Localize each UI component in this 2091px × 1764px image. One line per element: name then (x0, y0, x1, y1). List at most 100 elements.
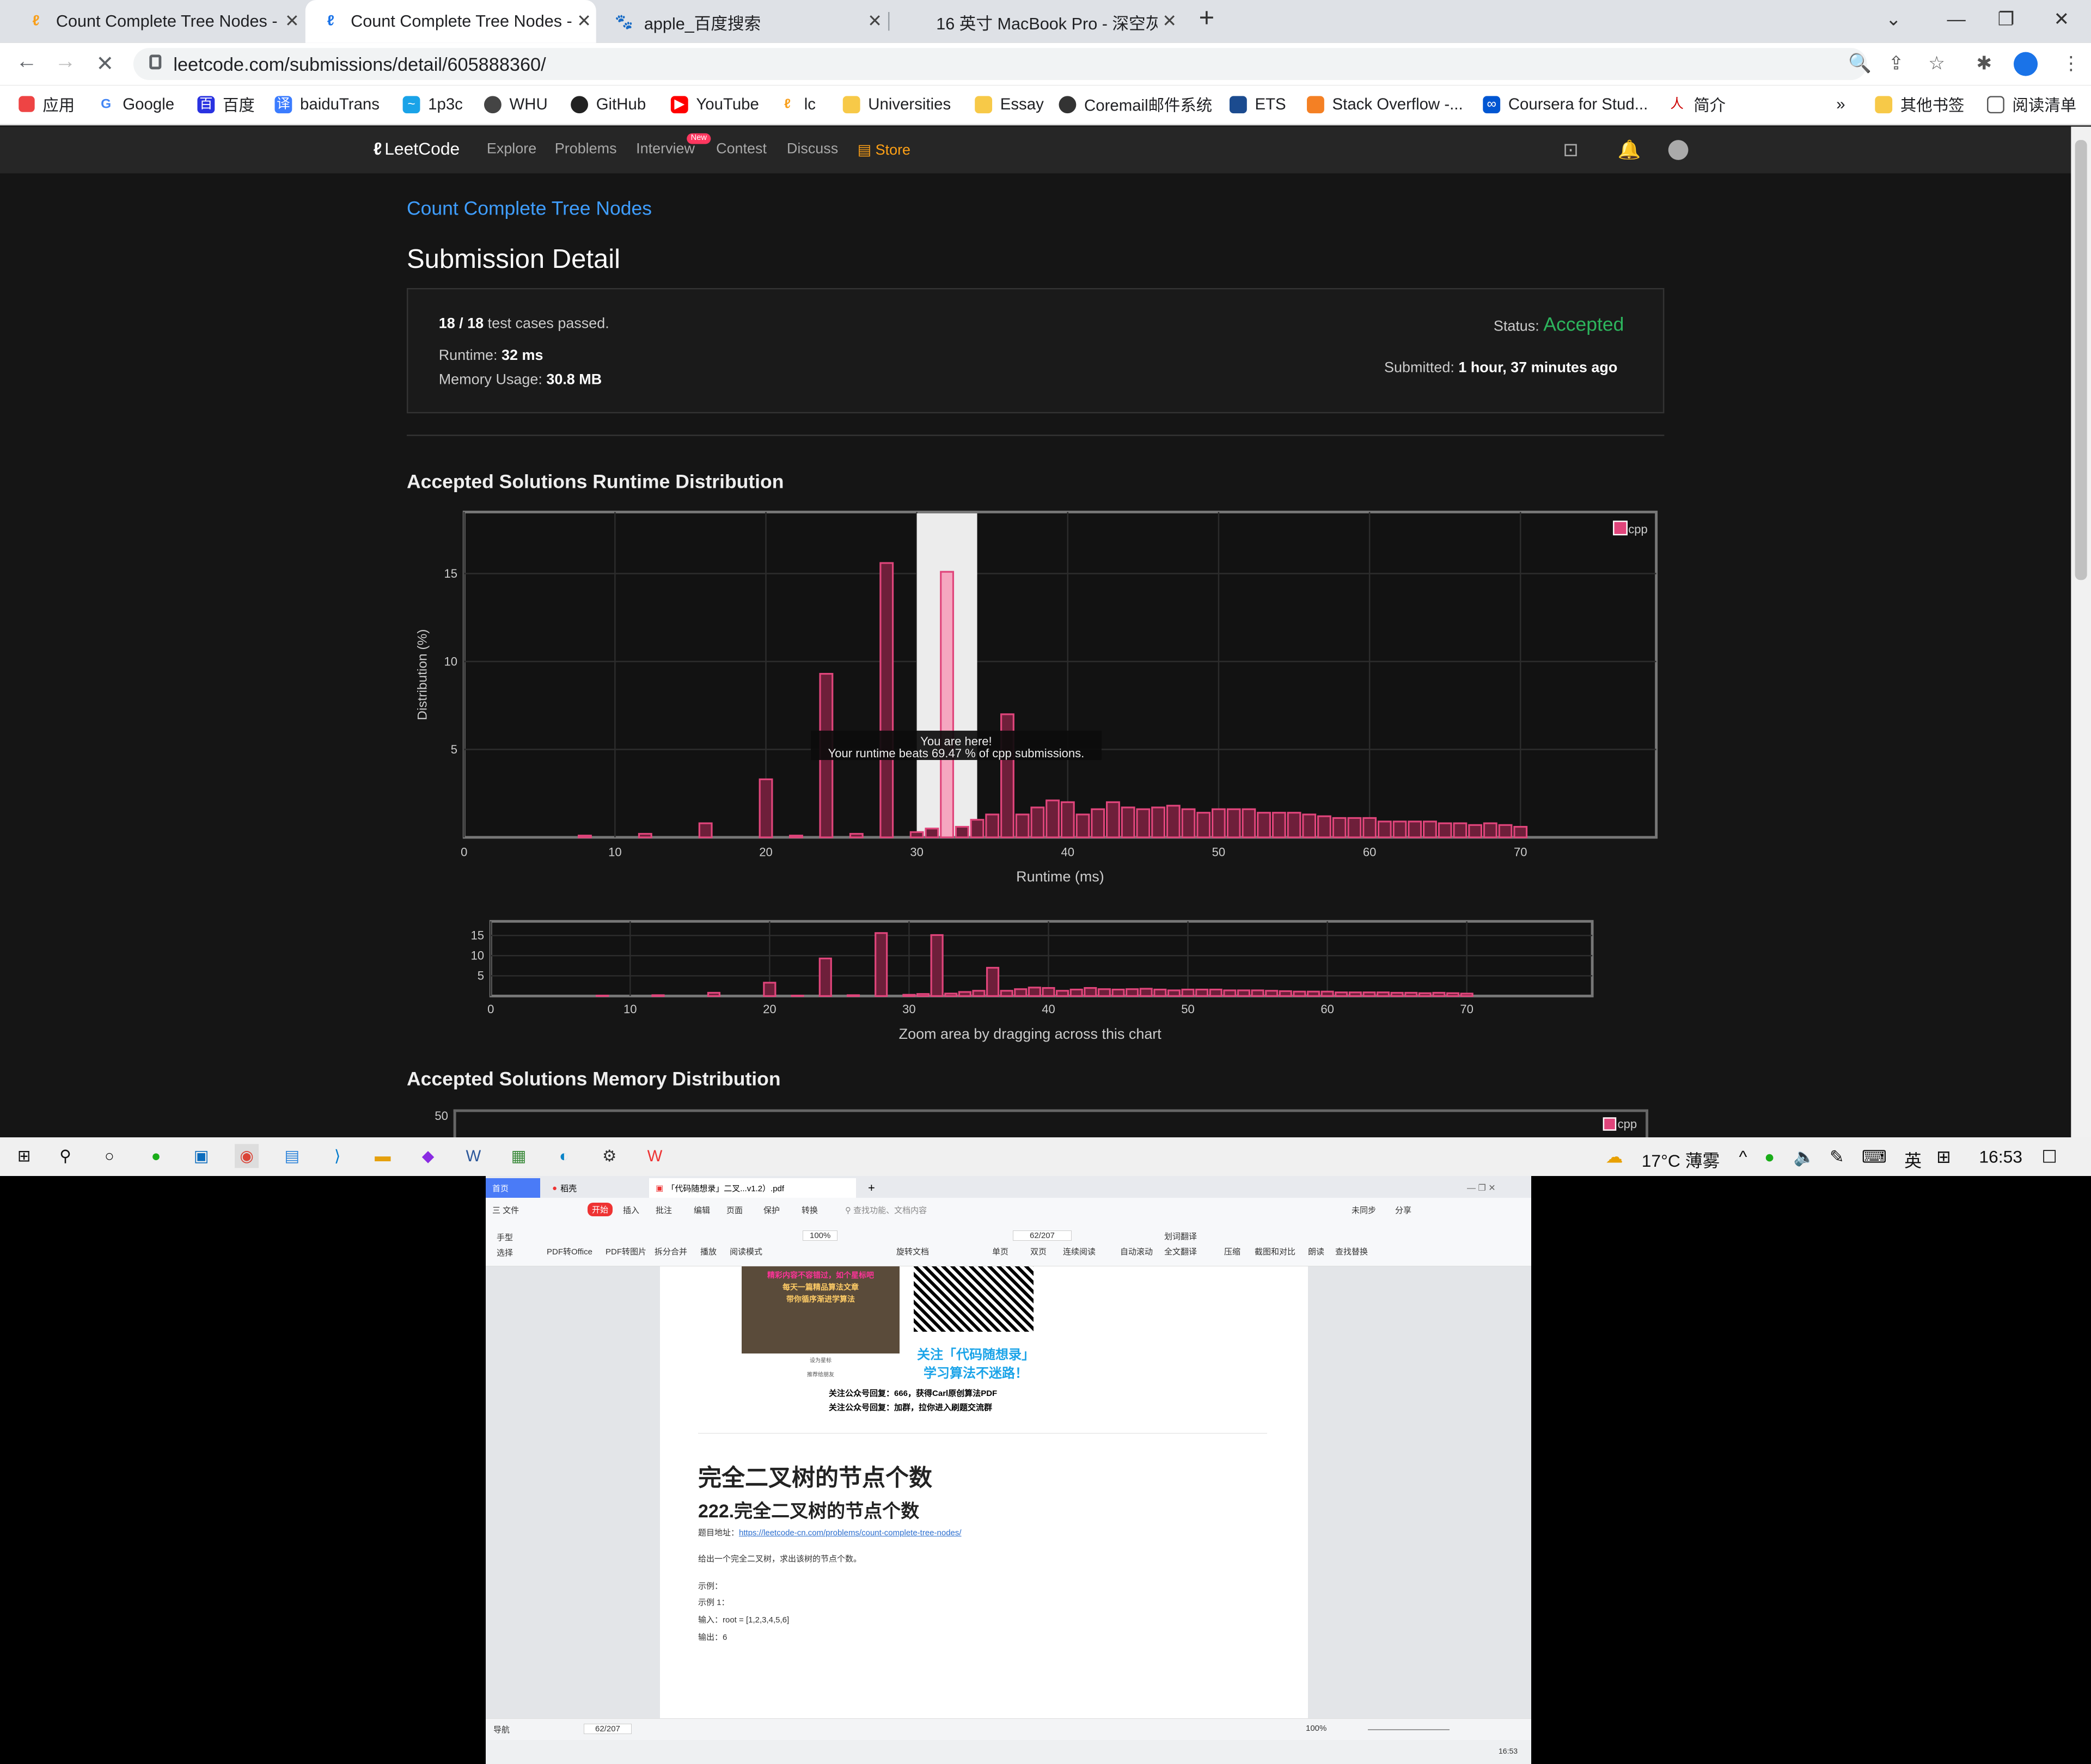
bookmark-stackoverflow[interactable]: Stack Overflow -... (1307, 93, 1463, 114)
forward-arrow-icon[interactable]: → (54, 51, 76, 75)
runtime-zoom-chart[interactable]: 0 10 20 30 40 50 60 70 5 10 15 (454, 917, 1627, 1024)
ime-mode-icon[interactable]: ⊞ (1936, 1147, 1951, 1168)
nav-store[interactable]: ▤ Store (858, 142, 910, 158)
notepad-icon[interactable]: ▦ (507, 1144, 531, 1168)
nav-explore[interactable]: Explore (487, 142, 536, 157)
tool-pdf-to-image[interactable]: PDF转图片 (606, 1246, 646, 1257)
visual-studio-icon[interactable]: ◆ (416, 1144, 440, 1168)
keyboard-icon[interactable]: ⌨ (1862, 1147, 1887, 1168)
bookmark-star-icon[interactable]: ☆ (1928, 52, 1945, 75)
new-tab-button[interactable]: + (1199, 4, 1215, 34)
bookmark-folder-universities[interactable]: Universities (842, 93, 951, 114)
file-explorer-icon[interactable]: ▬ (371, 1144, 395, 1168)
address-bar[interactable]: leetcode.com/submissions/detail/60588836… (133, 48, 1867, 80)
nav-discuss[interactable]: Discuss (787, 142, 838, 157)
browser-tab[interactable]: 16 英寸 MacBook Pro - 深空灰 ✕ (891, 0, 1182, 42)
reading-list[interactable]: 阅读清单 (1987, 93, 2076, 114)
leetcode-logo[interactable]: ℓ LeetCode (374, 139, 460, 159)
browser-tab[interactable]: 🐾 apple_百度搜索 ✕ (599, 0, 887, 42)
menu-page[interactable]: 页面 (726, 1204, 743, 1216)
nav-problems[interactable]: Problems (555, 142, 617, 157)
notification-bell-icon[interactable]: 🔔 (1618, 139, 1641, 162)
bookmarks-overflow-button[interactable]: » (1836, 93, 1845, 114)
profile-avatar[interactable] (2013, 52, 2038, 76)
playground-icon[interactable]: ⊡ (1563, 139, 1579, 162)
bookmark-baidutrans[interactable]: 译 baiduTrans (274, 93, 380, 114)
wps-tab-docer[interactable]: ● 稻壳 (546, 1178, 622, 1198)
menu-insert[interactable]: 插入 (623, 1204, 639, 1216)
restore-button[interactable]: ❐ (1998, 8, 2015, 31)
wps-tab-pdf[interactable]: ▣ 「代码随想录」二叉...v1.2）.pdf (649, 1178, 856, 1198)
bookmark-coursera[interactable]: ∞ Coursera for Stud... (1483, 93, 1648, 114)
clock[interactable]: 16:53 (1979, 1147, 2022, 1167)
tool-rotate[interactable]: 旋转文档 (896, 1246, 929, 1257)
function-search[interactable]: ⚲ 查找功能、文档内容 (845, 1204, 927, 1216)
pen-icon[interactable]: ✎ (1830, 1147, 1844, 1168)
back-arrow-icon[interactable]: ← (16, 51, 37, 75)
bookmark-baidu[interactable]: 百百度 (197, 93, 255, 114)
nav-toggle[interactable]: 导航 (493, 1724, 510, 1735)
tool-find-replace[interactable]: 查找替换 (1335, 1246, 1368, 1257)
cortana-icon[interactable]: ○ (97, 1144, 121, 1168)
search-icon[interactable]: ⚲ (53, 1144, 77, 1168)
menu-kebab-icon[interactable]: ⋮ (2062, 52, 2080, 75)
close-tab-icon[interactable]: ✕ (280, 11, 304, 32)
tab-search-chevron-icon[interactable]: ⌄ (1886, 8, 1902, 31)
tool-pdf-to-office[interactable]: PDF转Office (547, 1246, 592, 1257)
wps-tab-home[interactable]: 首页 (486, 1178, 540, 1198)
volume-muted-icon[interactable]: 🔈 (1794, 1147, 1815, 1168)
nav-contest[interactable]: Contest (716, 142, 767, 157)
tool-compress[interactable]: 压缩 (1224, 1246, 1240, 1257)
bookmark-youtube[interactable]: ▶ YouTube (670, 93, 759, 114)
zoom-icon[interactable]: 🔍 (1848, 52, 1872, 75)
tool-reading-mode[interactable]: 阅读模式 (730, 1246, 762, 1257)
minimize-button[interactable]: — (1947, 8, 1966, 29)
zoom-select[interactable]: 100% (803, 1230, 838, 1241)
wechat-icon[interactable]: ● (144, 1144, 168, 1168)
status-zoom[interactable]: 100% (1306, 1724, 1326, 1733)
tool-select[interactable]: 选择 (497, 1247, 513, 1258)
bookmark-google[interactable]: G Google (97, 93, 174, 114)
other-bookmarks[interactable]: 其他书签 (1875, 93, 1964, 114)
bookmark-whu[interactable]: WHU (484, 93, 548, 114)
new-tab-button[interactable]: + (861, 1178, 882, 1198)
close-tab-icon[interactable]: ✕ (1158, 11, 1182, 32)
wechat-tray-icon[interactable]: ● (1764, 1147, 1775, 1167)
bookmark-coremail[interactable]: Coremail邮件系统 (1059, 93, 1212, 114)
settings-gear-icon[interactable]: ⚙ (597, 1144, 621, 1168)
photos-icon[interactable]: ▤ (280, 1144, 304, 1168)
ime-indicator[interactable]: 英 (1904, 1147, 1922, 1172)
close-tab-icon[interactable]: ✕ (572, 11, 596, 32)
weather-text[interactable]: 17°C 薄雾 (1642, 1147, 1720, 1172)
word-icon[interactable]: W (461, 1144, 485, 1168)
menu-protect[interactable]: 保护 (763, 1204, 780, 1216)
wps-icon[interactable]: W (643, 1144, 667, 1168)
bookmark-1p3c[interactable]: ~1p3c (402, 93, 463, 114)
bookmark-ets[interactable]: ETS (1229, 93, 1286, 114)
tray-chevron-icon[interactable]: ^ (1739, 1147, 1747, 1167)
tool-split-merge[interactable]: 拆分合并 (655, 1246, 687, 1257)
chrome-icon[interactable]: ◉ (235, 1144, 259, 1168)
edge-icon[interactable]: ◐ (552, 1144, 576, 1168)
vscode-icon[interactable]: ⟩ (326, 1144, 350, 1168)
bookmark-github[interactable]: GitHub (571, 93, 646, 114)
scrollbar-thumb[interactable] (2075, 140, 2087, 580)
menu-convert[interactable]: 转换 (802, 1204, 818, 1216)
page-input[interactable]: 62/207 (1013, 1230, 1072, 1241)
window-controls[interactable]: — ❐ ✕ (1460, 1178, 1502, 1198)
tool-word-translate[interactable]: 划词翻译 (1164, 1230, 1197, 1242)
tool-play[interactable]: 播放 (700, 1246, 717, 1257)
stop-loading-icon[interactable]: ✕ (96, 51, 114, 77)
tool-hand[interactable]: 手型 (497, 1232, 513, 1243)
extensions-puzzle-icon[interactable]: ✱ (1976, 52, 1992, 75)
share-icon[interactable]: ⇪ (1888, 52, 1904, 75)
bookmark-apps[interactable]: 应用 (19, 93, 75, 114)
menu-file[interactable]: 三 文件 (492, 1204, 519, 1216)
user-avatar-icon[interactable] (1668, 140, 1689, 160)
status-page-input[interactable]: 62/207 (584, 1724, 632, 1734)
tool-single-page[interactable]: 单页 (992, 1246, 1008, 1257)
bookmark-intro[interactable]: 人简介 (1668, 93, 1726, 114)
notification-center-icon[interactable]: ☐ (2041, 1147, 2057, 1168)
window-close-button[interactable]: ✕ (2053, 8, 2069, 31)
tool-double-page[interactable]: 双页 (1030, 1246, 1047, 1257)
